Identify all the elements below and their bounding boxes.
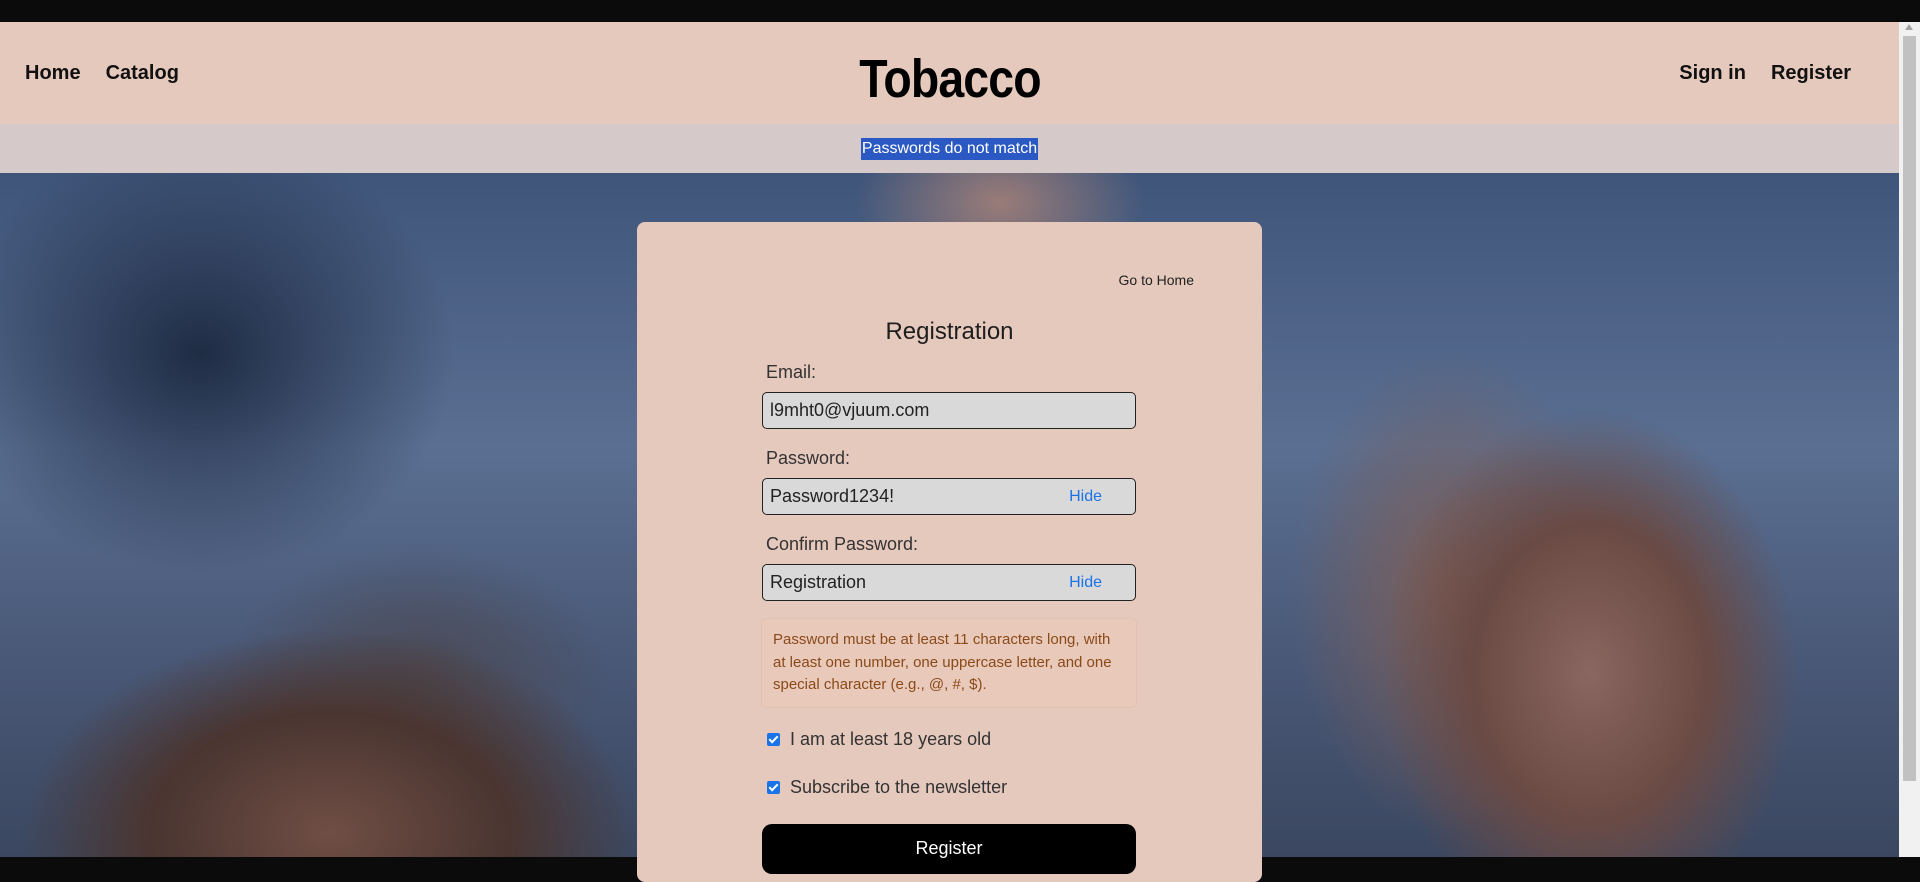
form-title: Registration xyxy=(885,318,1014,345)
confirm-password-label: Confirm Password: xyxy=(766,534,919,554)
password-requirements-hint: Password must be at least 11 characters … xyxy=(761,618,1137,708)
password-hide-toggle[interactable]: Hide xyxy=(1069,488,1102,506)
password-value: Password1234! xyxy=(770,486,895,506)
newsletter-checkbox-label: Subscribe to the newsletter xyxy=(790,777,1008,797)
email-field[interactable]: l9mht0@vjuum.com xyxy=(762,392,1136,429)
vertical-scrollbar[interactable] xyxy=(1899,22,1920,857)
go-home-link[interactable]: Go to Home xyxy=(1119,272,1194,288)
password-field[interactable]: Password1234! Hide xyxy=(762,478,1136,515)
nav-sign-in-link[interactable]: Sign in xyxy=(1679,62,1746,85)
newsletter-checkbox[interactable] xyxy=(767,781,780,794)
window-top-bar xyxy=(0,0,1920,22)
site-header: Home Catalog Tobacco Sign in Register xyxy=(0,22,1899,124)
nav-home-link[interactable]: Home xyxy=(25,62,81,85)
error-banner: Passwords do not match xyxy=(0,124,1899,174)
age-confirm-row[interactable]: I am at least 18 years old xyxy=(767,729,991,750)
register-button[interactable]: Register xyxy=(762,824,1136,874)
nav-register-link[interactable]: Register xyxy=(1771,62,1851,85)
password-label: Password: xyxy=(766,448,851,468)
nav-right: Sign in Register xyxy=(1679,62,1851,85)
email-value: l9mht0@vjuum.com xyxy=(770,400,930,420)
confirm-password-hide-toggle[interactable]: Hide xyxy=(1069,574,1102,592)
scrollbar-thumb[interactable] xyxy=(1903,36,1916,781)
email-label: Email: xyxy=(766,362,817,382)
registration-card: Go to Home Registration Email: l9mht0@vj… xyxy=(637,222,1262,882)
age-checkbox[interactable] xyxy=(767,733,780,746)
newsletter-row[interactable]: Subscribe to the newsletter xyxy=(767,777,1007,798)
nav-left: Home Catalog xyxy=(25,62,179,85)
error-message: Passwords do not match xyxy=(860,137,1039,160)
nav-catalog-link[interactable]: Catalog xyxy=(106,62,179,85)
age-checkbox-label: I am at least 18 years old xyxy=(790,729,992,749)
brand-logo[interactable]: Tobacco xyxy=(859,48,1041,110)
confirm-password-value: Registration xyxy=(770,572,867,592)
confirm-password-field[interactable]: Registration Hide xyxy=(762,564,1136,601)
scroll-up-arrow-icon[interactable] xyxy=(1905,24,1913,30)
